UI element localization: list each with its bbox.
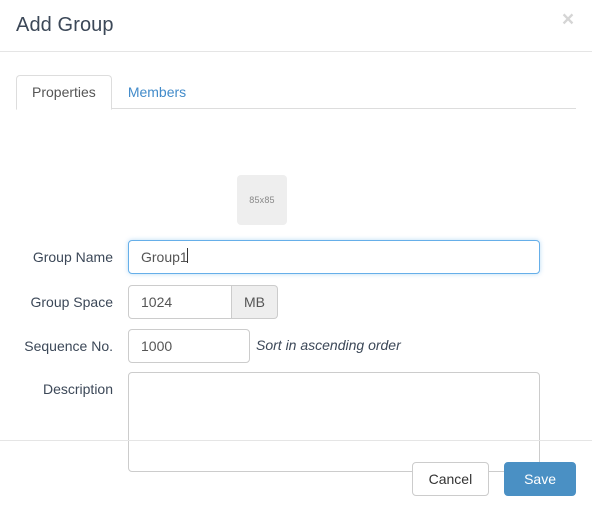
sequence-no-input[interactable] xyxy=(128,329,250,363)
sequence-no-label: Sequence No. xyxy=(24,338,113,354)
sequence-no-help-text: Sort in ascending order xyxy=(256,337,401,353)
tab-properties[interactable]: Properties xyxy=(16,75,112,110)
form-row-sequence-no: Sequence No. Sort in ascending order xyxy=(0,329,592,363)
group-space-unit-addon: MB xyxy=(232,285,278,319)
save-button[interactable]: Save xyxy=(504,462,576,496)
group-space-label: Group Space xyxy=(30,294,114,310)
close-icon[interactable]: × xyxy=(557,9,579,31)
form-row-group-space: Group Space MB xyxy=(0,285,592,319)
group-name-label: Group Name xyxy=(32,249,113,265)
tab-properties-item: Properties xyxy=(16,75,112,110)
dialog-footer: Cancel Save xyxy=(0,440,592,510)
description-label: Description xyxy=(42,381,113,397)
group-space-input[interactable] xyxy=(128,285,232,319)
group-name-input[interactable] xyxy=(128,240,540,274)
tab-members[interactable]: Members xyxy=(112,75,202,110)
cancel-button[interactable]: Cancel xyxy=(411,462,490,496)
dialog-header: Add Group × xyxy=(0,0,592,52)
dialog-body: Properties Members 85x85 Group Name Grou… xyxy=(0,52,592,472)
avatar-placeholder[interactable]: 85x85 xyxy=(237,175,287,225)
tab-members-item: Members xyxy=(112,75,202,110)
page-title: Add Group xyxy=(16,14,114,36)
add-group-dialog: Add Group × Properties Members 85x85 Gro… xyxy=(0,0,592,510)
form-row-group-name: Group Name xyxy=(0,240,592,274)
tab-bar: Properties Members xyxy=(16,75,576,110)
